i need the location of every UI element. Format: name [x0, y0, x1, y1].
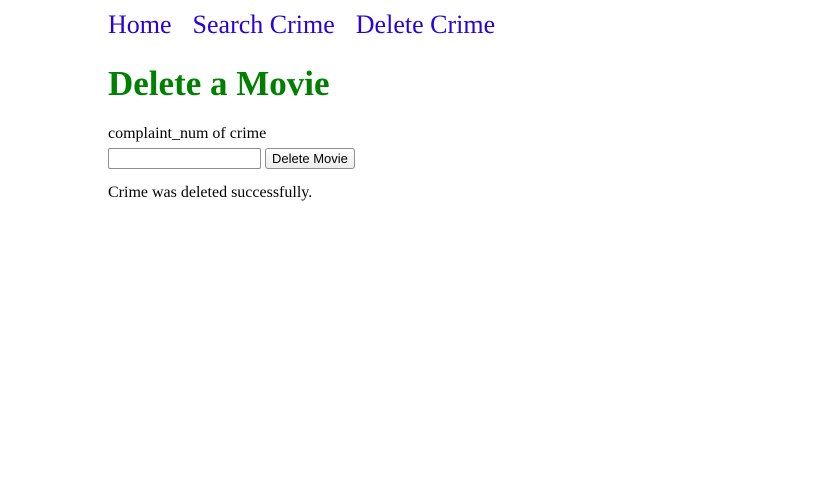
status-message: Crime was deleted successfully.	[108, 184, 313, 201]
complaint-num-input[interactable]	[108, 148, 261, 169]
delete-form: Delete Movie	[108, 148, 355, 169]
delete-movie-button[interactable]: Delete Movie	[265, 148, 355, 169]
nav-link-delete-crime[interactable]: Delete Crime	[356, 9, 495, 41]
top-nav: Home Search Crime Delete Crime	[108, 9, 495, 41]
nav-link-search-crime[interactable]: Search Crime	[193, 9, 335, 41]
nav-link-home[interactable]: Home	[108, 9, 172, 41]
complaint-num-label: complaint_num of crime	[108, 125, 267, 142]
page-title: Delete a Movie	[108, 64, 330, 103]
